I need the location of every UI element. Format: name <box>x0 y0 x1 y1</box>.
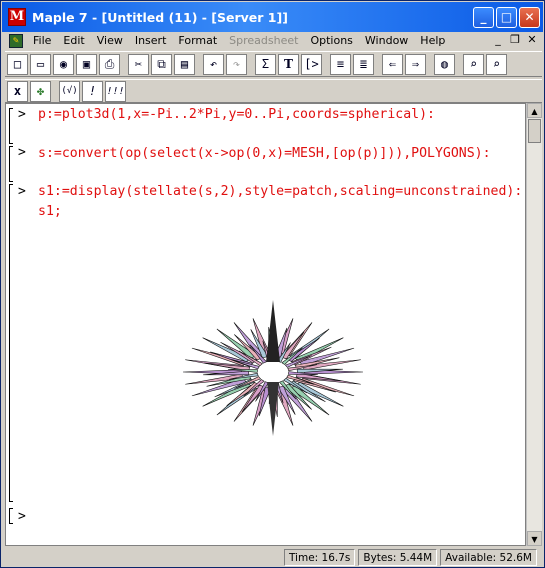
status-bytes: Bytes: 5.44M <box>358 548 438 566</box>
command-line[interactable]: s:=convert(op(select(x->op(0,x)=MESH,[op… <box>38 144 523 164</box>
worksheet[interactable]: > p:=plot3d(1,x=-Pi..2*Pi,y=0..Pi,coords… <box>5 103 526 546</box>
menu-format[interactable]: Format <box>172 33 223 49</box>
menu-options[interactable]: Options <box>304 33 358 49</box>
stop-icon[interactable]: ◍ <box>434 53 455 75</box>
vertical-scrollbar[interactable]: ▲ ▼ <box>526 103 542 546</box>
open-url-icon[interactable]: ◉ <box>53 53 74 75</box>
indent-icon[interactable]: ≡ <box>330 53 351 75</box>
exclamation-icon[interactable]: ! <box>82 80 103 102</box>
application-window: M Maple 7 - [Untitled (11) - [Server 1]]… <box>0 0 545 568</box>
execution-group-bracket[interactable] <box>9 146 13 182</box>
prompt-icon[interactable]: [> <box>301 53 322 75</box>
doc-restore-button[interactable]: ❐ <box>508 33 522 46</box>
save-icon[interactable]: ▣ <box>76 53 97 75</box>
new-icon[interactable]: □ <box>7 53 28 75</box>
empty-prompt[interactable]: > <box>18 509 26 524</box>
menu-help[interactable]: Help <box>414 33 451 49</box>
copy-icon[interactable]: ⧉ <box>151 53 172 75</box>
document-window-controls: _ ❐ ✕ <box>491 33 539 46</box>
main-toolbar: □ ▭ ◉ ▣ ⎙ ✂ ⧉ ▤ ↶ ↷ Σ T [> ≡ ≣ ⇐ ⇒ ◍ ⌕ ⌕ <box>5 51 542 77</box>
scroll-up-arrow-icon[interactable]: ▲ <box>527 103 542 118</box>
window-title: Maple 7 - [Untitled (11) - [Server 1]] <box>32 9 288 25</box>
execute-icon[interactable]: (√) <box>59 80 80 102</box>
math-mode-icon[interactable]: x <box>7 80 28 102</box>
doc-minimize-button[interactable]: _ <box>491 33 505 46</box>
zoom-in-icon[interactable]: ⌕ <box>463 53 484 75</box>
cut-icon[interactable]: ✂ <box>128 53 149 75</box>
scroll-thumb[interactable] <box>528 119 541 143</box>
menu-bar: ✎ File Edit View Insert Format Spreadshe… <box>2 32 543 50</box>
document-icon[interactable]: ✎ <box>9 34 23 48</box>
menu-view[interactable]: View <box>91 33 129 49</box>
execution-group-bracket[interactable] <box>9 108 13 144</box>
3d-plot-output[interactable] <box>176 294 371 439</box>
title-bar[interactable]: M Maple 7 - [Untitled (11) - [Server 1]]… <box>2 2 543 32</box>
execution-group-bracket[interactable] <box>9 184 13 502</box>
undo-icon[interactable]: ↶ <box>203 53 224 75</box>
maximize-button[interactable]: □ <box>496 7 517 28</box>
execution-group-bracket[interactable] <box>9 508 13 524</box>
prompt: > <box>18 145 26 160</box>
menu-window[interactable]: Window <box>359 33 414 49</box>
text-icon[interactable]: T <box>278 53 299 75</box>
back-icon[interactable]: ⇐ <box>382 53 403 75</box>
redo-icon[interactable]: ↷ <box>226 53 247 75</box>
status-time: Time: 16.7s <box>283 548 356 566</box>
plot-spike-top <box>266 300 280 362</box>
sigma-icon[interactable]: Σ <box>255 53 276 75</box>
prompt: > <box>18 184 26 199</box>
execute-all-icon[interactable]: !!! <box>105 80 126 102</box>
forward-icon[interactable]: ⇒ <box>405 53 426 75</box>
menu-spreadsheet: Spreadsheet <box>229 34 299 47</box>
minimize-button[interactable]: _ <box>473 7 494 28</box>
zoom-out-icon[interactable]: ⌕ <box>486 53 507 75</box>
outdent-icon[interactable]: ≣ <box>353 53 374 75</box>
menu-insert[interactable]: Insert <box>129 33 173 49</box>
maple-leaf-icon[interactable]: ✤ <box>30 80 51 102</box>
print-icon[interactable]: ⎙ <box>99 53 120 75</box>
paste-icon[interactable]: ▤ <box>174 53 195 75</box>
doc-close-button[interactable]: ✕ <box>525 33 539 46</box>
prompt: > <box>18 107 26 122</box>
status-bar: Time: 16.7s Bytes: 5.44M Available: 52.6… <box>2 547 543 567</box>
menu-file[interactable]: File <box>27 33 57 49</box>
menu-edit[interactable]: Edit <box>57 33 90 49</box>
scroll-down-arrow-icon[interactable]: ▼ <box>527 531 542 546</box>
stellated-sphere-graphic <box>182 300 364 436</box>
maple-app-icon[interactable]: M <box>8 8 26 26</box>
open-icon[interactable]: ▭ <box>30 53 51 75</box>
close-button[interactable]: ✕ <box>519 7 540 28</box>
command-line[interactable]: s1:=display(stellate(s,2),style=patch,sc… <box>38 182 523 222</box>
status-available: Available: 52.6M <box>440 548 537 566</box>
command-line[interactable]: p:=plot3d(1,x=-Pi..2*Pi,y=0..Pi,coords=s… <box>38 105 523 125</box>
context-toolbar: x ✤ (√) ! !!! <box>5 79 542 103</box>
